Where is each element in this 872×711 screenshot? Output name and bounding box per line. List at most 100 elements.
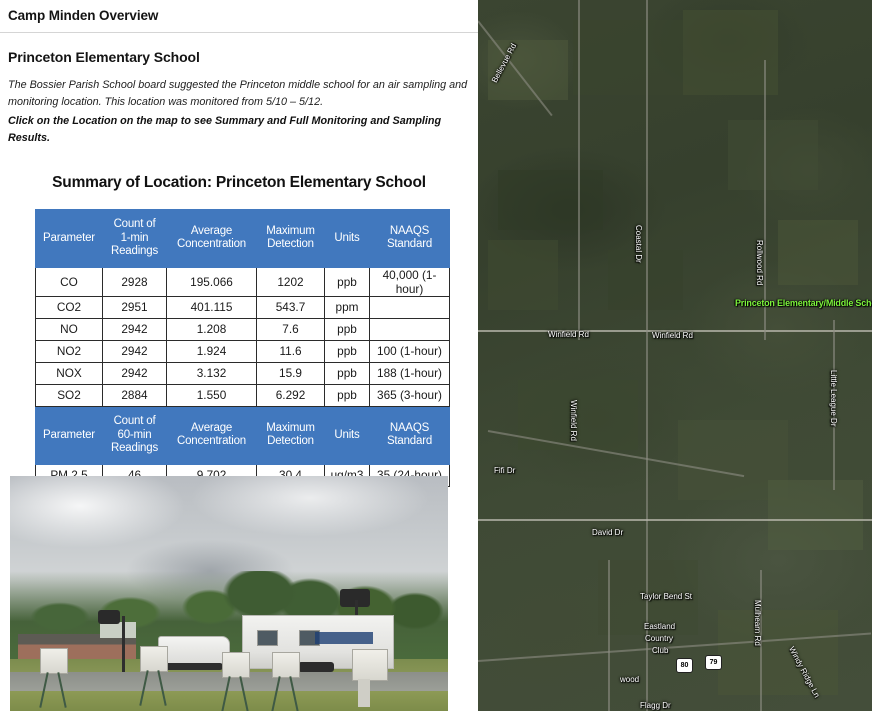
cell-units: ppb: [324, 266, 370, 297]
col-header-units: Units: [324, 208, 370, 268]
photo-trailer-wheels: [298, 662, 334, 672]
avg60-line2: Concentration: [177, 435, 246, 448]
cell-units: ppm: [324, 295, 370, 319]
highway-shield-79: 79: [705, 655, 722, 670]
photo-sampler-tripod: [40, 672, 66, 708]
photo-school-building: [18, 622, 136, 660]
cell-naaqs: 100 (1-hour): [369, 339, 450, 363]
map-field-patch: [768, 480, 863, 550]
intro-cta: Click on the Location on the map to see …: [8, 115, 442, 145]
cell-maximum: 6.292: [256, 383, 325, 407]
cell-naaqs: [369, 317, 450, 341]
summary-table: Parameter Count of 1-min Readings Averag…: [35, 208, 450, 487]
table-row: NOX 2942 3.132 15.9 ppb 188 (1-hour): [35, 361, 450, 385]
cell-count: 2928: [102, 266, 167, 297]
count60-line1: Count of: [113, 415, 156, 428]
map-field-patch: [488, 240, 558, 310]
table-header-row-60min: Parameter Count of 60-min Readings Avera…: [35, 405, 450, 465]
map-road-little-league: [833, 320, 835, 490]
cell-count: 2884: [102, 383, 167, 407]
map-road-david: [478, 519, 872, 521]
cell-naaqs: 188 (1-hour): [369, 361, 450, 385]
table-head-1min: Parameter Count of 1-min Readings Averag…: [35, 208, 450, 268]
cell-maximum: 543.7: [256, 295, 325, 319]
cell-parameter: CO2: [35, 295, 103, 319]
col-header-parameter-60min: Parameter: [35, 405, 103, 465]
cell-parameter: SO2: [35, 383, 103, 407]
photo-air-sampler: [140, 646, 168, 672]
naaqs-line2: Standard: [386, 238, 433, 251]
cell-units: ppb: [324, 383, 370, 407]
cell-maximum: 1202: [256, 266, 325, 297]
school-marker-label[interactable]: Princeton Elementary/Middle School: [735, 298, 872, 308]
avg60-line1: Average: [190, 421, 233, 434]
summary-table-wrapper: Parameter Count of 1-min Readings Averag…: [35, 208, 450, 487]
count60-line3: Readings: [111, 442, 158, 455]
count-line3: Readings: [111, 245, 158, 258]
app-title: Camp Minden Overview: [8, 8, 159, 23]
count-line1: Count of: [113, 218, 156, 231]
naaqs60-line2: Standard: [386, 435, 433, 448]
cell-average: 3.132: [166, 361, 257, 385]
col-header-parameter: Parameter: [35, 208, 103, 268]
map-field-patch: [498, 170, 603, 230]
map-road-vertical: [578, 0, 580, 340]
table-heading: Summary of Location: Princeton Elementar…: [52, 173, 426, 191]
info-panel: Camp Minden Overview Princeton Elementar…: [0, 0, 478, 711]
map-road-winfield: [478, 330, 872, 332]
cell-units: ppb: [324, 361, 370, 385]
map-road-coastal: [646, 0, 648, 711]
map-field-patch: [598, 560, 698, 635]
cell-maximum: 7.6: [256, 317, 325, 341]
table-row: CO 2928 195.066 1202 ppb 40,000 (1-hour): [35, 266, 450, 297]
table-row: NO2 2942 1.924 11.6 ppb 100 (1-hour): [35, 339, 450, 363]
naaqs-line1: NAAQS: [389, 224, 430, 237]
map-road-vertical: [608, 560, 610, 711]
cell-units: ppb: [324, 317, 370, 341]
map-field-patch: [728, 120, 818, 190]
max60-line2: Detection: [267, 435, 314, 448]
photo-basketball-hoop: [98, 610, 120, 624]
cell-maximum: 11.6: [256, 339, 325, 363]
photo-sampler-tripod: [222, 676, 248, 711]
photo-sampler-tripod: [272, 676, 298, 711]
page-root: Camp Minden Overview Princeton Elementar…: [0, 0, 872, 711]
avg-line2: Concentration: [177, 238, 246, 251]
cell-naaqs: 40,000 (1-hour): [369, 266, 450, 297]
cell-naaqs: [369, 295, 450, 319]
map-panel[interactable]: Princeton Elementary/Middle School Belle…: [478, 0, 872, 711]
cell-average: 401.115: [166, 295, 257, 319]
map-field-patch: [778, 220, 858, 285]
max-line2: Detection: [267, 238, 314, 251]
cell-count: 2942: [102, 339, 167, 363]
max60-line1: Maximum: [266, 421, 315, 434]
cell-parameter: NOX: [35, 361, 103, 385]
cell-parameter: NO2: [35, 339, 103, 363]
col-header-count-60min: Count of 60-min Readings: [102, 405, 167, 465]
max-line1: Maximum: [266, 224, 315, 237]
photo-air-sampler: [352, 649, 388, 681]
photo-pickup-truck: [158, 636, 230, 670]
map-field-patch: [718, 610, 838, 695]
cell-count: 2951: [102, 295, 167, 319]
photo-trailer-window: [257, 630, 278, 646]
cell-naaqs: 365 (3-hour): [369, 383, 450, 407]
cell-average: 1.924: [166, 339, 257, 363]
photo-hoop-post: [122, 616, 125, 672]
cell-parameter: CO: [35, 266, 103, 297]
highway-shield-80: 80: [676, 658, 693, 673]
site-photo: [10, 476, 448, 711]
col-header-naaqs-60min: NAAQS Standard: [369, 405, 450, 465]
col-header-average-60min: Average Concentration: [166, 405, 257, 465]
table-row: SO2 2884 1.550 6.292 ppb 365 (3-hour): [35, 383, 450, 407]
cell-parameter: NO: [35, 317, 103, 341]
map-road-mulhearn: [760, 570, 762, 711]
photo-sampler-base: [358, 679, 370, 707]
col-header-maximum: Maximum Detection: [256, 208, 325, 268]
table-header-row-1min: Parameter Count of 1-min Readings Averag…: [35, 208, 450, 268]
col-header-average: Average Concentration: [166, 208, 257, 268]
avg-line1: Average: [190, 224, 233, 237]
photo-air-sampler: [40, 648, 68, 674]
col-header-naaqs: NAAQS Standard: [369, 208, 450, 268]
table-row: NO 2942 1.208 7.6 ppb: [35, 317, 450, 341]
